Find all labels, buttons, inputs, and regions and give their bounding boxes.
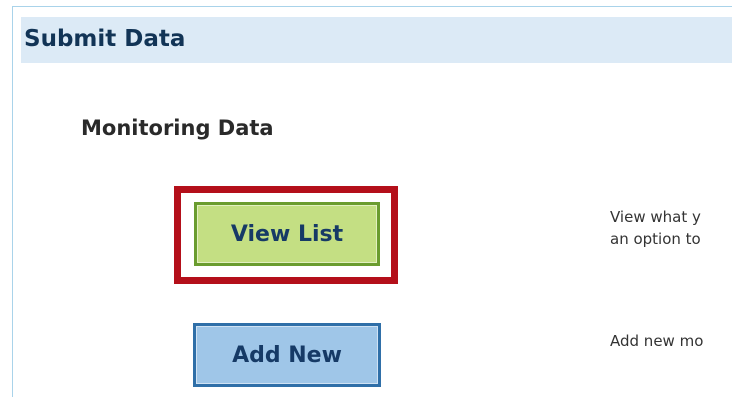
view-list-description: View what y an option to (610, 206, 732, 250)
add-new-button[interactable]: Add New (193, 323, 381, 387)
section-title: Monitoring Data (81, 116, 274, 140)
add-new-description: Add new mo (610, 330, 732, 352)
panel-title: Submit Data (24, 26, 186, 52)
view-list-description-line: an option to (610, 230, 701, 248)
add-new-description-line: Add new mo (610, 332, 704, 350)
view-list-button[interactable]: View List (194, 202, 380, 266)
panel-header: Submit Data (21, 17, 732, 63)
view-list-description-line: View what y (610, 208, 701, 226)
